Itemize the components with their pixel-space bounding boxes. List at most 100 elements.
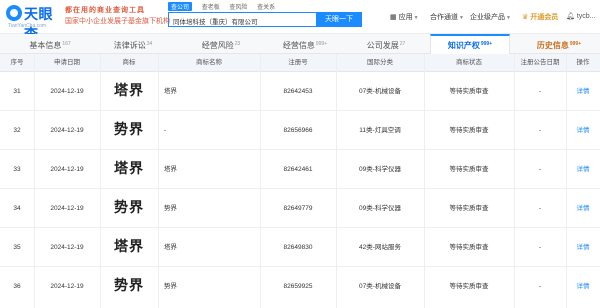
slogan: 都在用的商业查询工具 国家中小企业发展子基金旗下机构 bbox=[65, 5, 170, 27]
notice-date: - bbox=[538, 88, 542, 95]
table-row: 36 2024-12-19 势界 势界 82659925 07类-机械设备 等待… bbox=[0, 267, 600, 306]
search-tab-relation[interactable]: 查关系 bbox=[257, 2, 275, 11]
row-index: 31 bbox=[13, 88, 21, 95]
notice-date: - bbox=[538, 127, 542, 134]
col-header-class[interactable]: 国际分类 bbox=[336, 54, 424, 72]
brand-domain: TianYanCha.com bbox=[8, 23, 47, 29]
trademark-status: 等待实质审查 bbox=[449, 88, 489, 95]
application-date: 2024-12-19 bbox=[50, 127, 84, 134]
detail-link[interactable]: 详情 bbox=[566, 150, 600, 189]
tab-count: 167 bbox=[62, 41, 71, 47]
search-tab-company[interactable]: 查公司 bbox=[168, 2, 193, 11]
table-row: 35 2024-12-19 塔界 塔界 82649830 42类-网站服务 等待… bbox=[0, 228, 600, 267]
slogan-line-1: 都在用的商业查询工具 bbox=[65, 7, 145, 14]
trademark-status: 等待实质审查 bbox=[449, 283, 489, 290]
trademark-status: 等待实质审查 bbox=[449, 127, 489, 134]
tab-count: 27 bbox=[399, 41, 406, 47]
tab-label: 经营风险 bbox=[201, 41, 234, 50]
table-header: 序号 申请日期 商标 商标名称 注册号 国际分类 商标状态 注册公告日期 操作 bbox=[0, 54, 600, 72]
detail-link[interactable]: 详情 bbox=[566, 189, 600, 228]
nav-vip[interactable]: ♛ 开通会员 bbox=[522, 12, 558, 22]
vip-crown-icon: ♛ bbox=[522, 14, 529, 21]
section-tabs: 基本信息167 法律诉讼34 经营风险23 经营信息999+ 公司发展27 知识… bbox=[0, 34, 600, 54]
tab-history[interactable]: 历史信息999+ bbox=[522, 34, 596, 54]
trademark-image[interactable]: 势界 bbox=[100, 189, 158, 228]
trademark-name: 势界 bbox=[164, 205, 177, 212]
search-tab-risk[interactable]: 查风险 bbox=[229, 2, 247, 11]
trademark-image[interactable]: 势界 bbox=[100, 111, 158, 150]
tab-label: 基本信息 bbox=[29, 41, 62, 50]
col-header-action: 操作 bbox=[576, 59, 590, 66]
search-tab-boss[interactable]: 查老板 bbox=[202, 2, 220, 11]
tab-count: 34 bbox=[146, 41, 153, 47]
nav-vip-label: 开通会员 bbox=[530, 14, 559, 21]
nav-cooperation[interactable]: 合作通道▼ bbox=[430, 12, 464, 22]
col-header-notice-date: 注册公告日期 bbox=[520, 59, 560, 66]
tab-intellectual-property[interactable]: 知识产权999+ bbox=[430, 34, 510, 54]
notice-date: - bbox=[538, 205, 542, 212]
trademark-status: 等待实质审查 bbox=[449, 244, 489, 251]
tab-count: 999+ bbox=[569, 41, 582, 47]
nav-cooperation-label: 合作通道 bbox=[430, 14, 458, 21]
table-row: 34 2024-12-19 势界 势界 82649779 09类-科学仪器 等待… bbox=[0, 189, 600, 228]
col-header-trademark: 商标 bbox=[122, 59, 136, 66]
trademark-image[interactable]: 塔界 bbox=[100, 228, 158, 267]
table-row: 33 2024-12-19 塔界 塔界 82642461 09类-科学仪器 等待… bbox=[0, 150, 600, 189]
trademark-image[interactable]: 塔界 bbox=[100, 150, 158, 189]
tab-label: 历史信息 bbox=[536, 41, 569, 50]
international-class: 09类-科学仪器 bbox=[359, 205, 401, 212]
table-row: 31 2024-12-19 塔界 塔界 82642453 07类-机械设备 等待… bbox=[0, 72, 600, 111]
col-header-date[interactable]: 申请日期 bbox=[34, 54, 100, 72]
trademark-status: 等待实质审查 bbox=[449, 205, 489, 212]
search-input[interactable]: 同体培科技（重庆）有限公司 bbox=[168, 12, 316, 27]
nav-enterprise-products[interactable]: 企业级产品▼ bbox=[470, 12, 511, 22]
bell-icon: 🔔︎ bbox=[566, 13, 575, 20]
notice-date: - bbox=[538, 283, 542, 290]
tab-business-risk[interactable]: 经营风险23 bbox=[186, 34, 256, 54]
trademark-name: 塔界 bbox=[164, 244, 177, 251]
trademark-name: 塔界 bbox=[164, 166, 177, 173]
col-header-reg-no: 注册号 bbox=[288, 59, 308, 66]
registration-number: 82649830 bbox=[283, 244, 313, 251]
nav-user[interactable]: 🔔︎ tycb... bbox=[566, 12, 596, 20]
nav-enterprise-label: 企业级产品 bbox=[470, 14, 505, 21]
tab-label: 知识产权 bbox=[447, 41, 480, 50]
detail-link[interactable]: 详情 bbox=[566, 228, 600, 267]
nav-user-label: tycb... bbox=[576, 13, 596, 20]
tab-label: 法律诉讼 bbox=[113, 41, 146, 50]
nav-apps[interactable]: ▦ 应用▼ bbox=[390, 12, 419, 22]
apps-icon: ▦ bbox=[390, 14, 397, 21]
search-button[interactable]: 天眼一下 bbox=[316, 12, 362, 27]
top-header: 天眼查 TianYanCha.com 都在用的商业查询工具 国家中小企业发展子基… bbox=[0, 0, 600, 42]
detail-link[interactable]: 详情 bbox=[566, 267, 600, 306]
row-index: 35 bbox=[13, 244, 21, 251]
tab-label: 经营信息 bbox=[282, 41, 315, 50]
tianyancha-logo[interactable]: 天眼查 TianYanCha.com bbox=[6, 4, 62, 42]
chevron-down-icon: ▼ bbox=[413, 15, 419, 21]
international-class: 07类-机械设备 bbox=[359, 88, 401, 95]
notice-date: - bbox=[538, 244, 542, 251]
application-date: 2024-12-19 bbox=[50, 205, 84, 212]
application-date: 2024-12-19 bbox=[50, 166, 84, 173]
trademark-status: 等待实质审查 bbox=[449, 166, 489, 173]
tab-legal[interactable]: 法律诉讼34 bbox=[98, 34, 168, 54]
row-index: 36 bbox=[13, 283, 21, 290]
registration-number: 82659925 bbox=[283, 283, 313, 290]
tab-label: 公司发展 bbox=[366, 41, 399, 50]
application-date: 2024-12-19 bbox=[50, 88, 84, 95]
col-header-status[interactable]: 商标状态 bbox=[424, 54, 514, 72]
registration-number: 82642453 bbox=[283, 88, 313, 95]
registration-number: 82642461 bbox=[283, 166, 313, 173]
detail-link[interactable]: 详情 bbox=[566, 72, 600, 111]
notice-date: - bbox=[538, 166, 542, 173]
chevron-down-icon: ▼ bbox=[506, 15, 511, 21]
search-type-tabs: 查公司 查老板 查风险 查关系 bbox=[168, 2, 283, 12]
trademark-image[interactable]: 势界 bbox=[100, 267, 158, 306]
tab-company-development[interactable]: 公司发展27 bbox=[352, 34, 420, 54]
trademark-image[interactable]: 塔界 bbox=[100, 72, 158, 111]
detail-link[interactable]: 详情 bbox=[566, 111, 600, 150]
tab-business-info[interactable]: 经营信息999+ bbox=[264, 34, 346, 54]
row-index: 33 bbox=[13, 166, 21, 173]
application-date: 2024-12-19 bbox=[50, 283, 84, 290]
tab-basic-info[interactable]: 基本信息167 bbox=[16, 34, 84, 54]
